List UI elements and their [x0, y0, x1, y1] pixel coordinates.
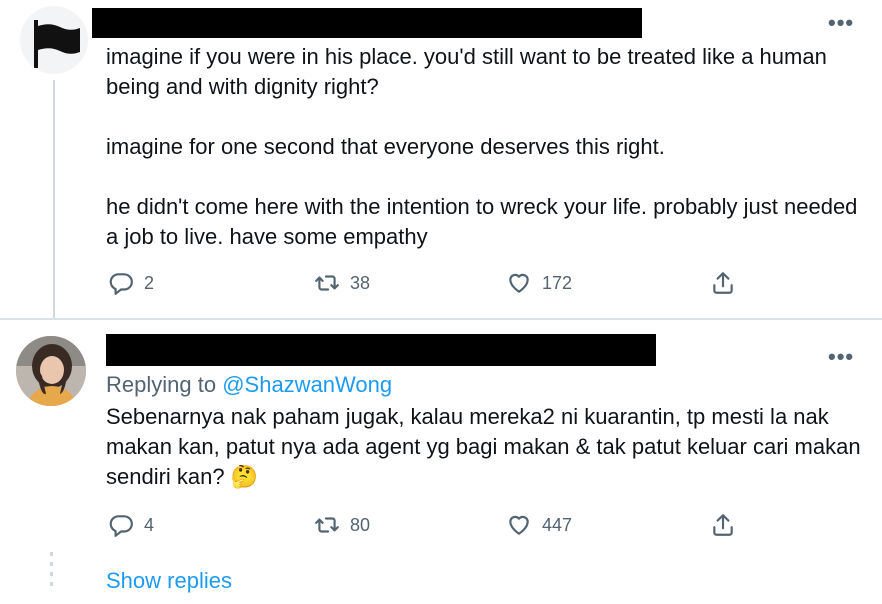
tweet-text: imagine if you were in his place. you'd … — [106, 42, 866, 252]
thinking-emoji: 🤔 — [230, 464, 259, 489]
like-count: 447 — [542, 514, 573, 535]
more-button[interactable]: ••• — [828, 346, 854, 368]
share-button[interactable] — [710, 270, 736, 296]
reply-button[interactable]: 4 — [108, 512, 154, 538]
share-button[interactable] — [710, 512, 736, 538]
retweet-count: 38 — [350, 272, 371, 293]
thread-dots — [50, 552, 54, 600]
tweet-paragraph: he didn't come here with the intention t… — [106, 194, 858, 249]
retweet-count: 80 — [350, 514, 371, 535]
more-button[interactable]: ••• — [828, 12, 854, 34]
tweet-paragraph: imagine for one second that everyone des… — [106, 134, 665, 159]
like-button[interactable]: 447 — [506, 512, 572, 538]
like-button[interactable]: 172 — [506, 270, 572, 296]
redacted-author — [92, 8, 642, 38]
reply-count: 2 — [144, 272, 155, 293]
share-icon — [713, 272, 733, 294]
replying-to: Replying to @ShazwanWong — [106, 370, 392, 400]
thread-line — [53, 80, 55, 318]
avatar-tweet-1[interactable] — [20, 6, 88, 74]
retweet-button[interactable]: 38 — [314, 270, 370, 296]
more-icon: ••• — [828, 10, 855, 35]
profile-photo — [16, 336, 86, 406]
retweet-icon — [315, 275, 339, 291]
flag-icon — [34, 20, 80, 68]
tweet-text: Sebenarnya nak paham jugak, kalau mereka… — [106, 402, 866, 492]
retweet-button[interactable]: 80 — [314, 512, 370, 538]
like-icon — [509, 273, 529, 293]
share-icon — [713, 514, 733, 536]
reply-count: 4 — [144, 514, 155, 535]
tweet-1: ••• imagine if you were in his place. yo… — [0, 0, 882, 318]
like-count: 172 — [542, 272, 573, 293]
reply-icon — [109, 273, 133, 295]
tweet-body: Sebenarnya nak paham jugak, kalau mereka… — [106, 404, 861, 489]
replying-handle-link[interactable]: @ShazwanWong — [222, 372, 392, 397]
more-icon: ••• — [828, 344, 855, 369]
redacted-author — [106, 334, 656, 366]
reply-button[interactable]: 2 — [108, 270, 154, 296]
tweet-2: ••• Replying to @ShazwanWong Sebenarnya … — [0, 320, 882, 604]
tweet-paragraph: imagine if you were in his place. you'd … — [106, 44, 827, 99]
reply-icon — [109, 515, 133, 537]
replying-prefix: Replying to — [106, 372, 217, 397]
avatar-tweet-2[interactable] — [16, 336, 86, 406]
retweet-icon — [315, 517, 339, 533]
like-icon — [509, 515, 529, 535]
show-replies-link[interactable]: Show replies — [106, 568, 232, 594]
